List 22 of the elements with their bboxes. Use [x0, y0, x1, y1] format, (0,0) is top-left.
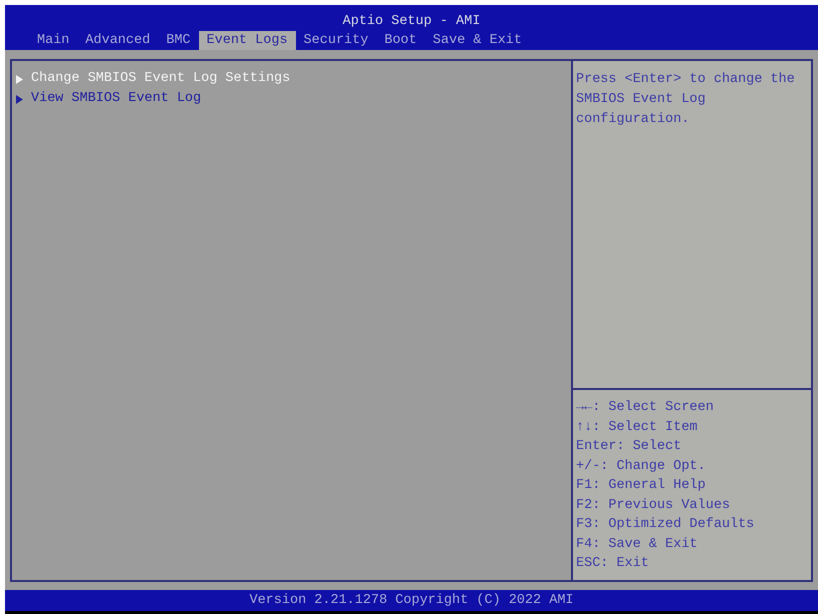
key-hint: F2: Previous Values: [576, 496, 730, 514]
version-text: Version 2.21.1278 Copyright (C) 2022 AMI: [249, 592, 574, 610]
key-hint: F4: Save & Exit: [576, 536, 698, 554]
key-hint: F3: Optimized Defaults: [576, 516, 754, 534]
tab[interactable]: Advanced: [77, 31, 158, 50]
key-hint: Enter: Select: [576, 438, 682, 456]
tab[interactable]: Save & Exit: [424, 31, 530, 50]
tab[interactable]: BMC: [158, 31, 199, 50]
tab[interactable]: Event Logs: [198, 31, 296, 50]
key-hint: →←: Select Screen: [576, 399, 714, 417]
key-hint: F1: General Help: [576, 477, 706, 495]
key-hint: ↑↓: Select Item: [576, 418, 698, 436]
help-text: Press <Enter> to change the SMBIOS Event Log configuration.: [576, 71, 796, 129]
key-hint: +/-: Change Opt.: [576, 458, 706, 476]
tab[interactable]: Security: [296, 31, 376, 50]
tab[interactable]: Boot: [376, 31, 425, 50]
key-hint: ESC: Exit: [576, 555, 649, 573]
tab[interactable]: Main: [29, 31, 78, 50]
menu-item[interactable]: View SMBIOS Event Log: [14, 89, 202, 109]
submenu-arrow-icon: [16, 74, 23, 84]
window-title: Aptio Setup - AMI: [342, 13, 480, 31]
submenu-arrow-icon: [16, 94, 23, 104]
